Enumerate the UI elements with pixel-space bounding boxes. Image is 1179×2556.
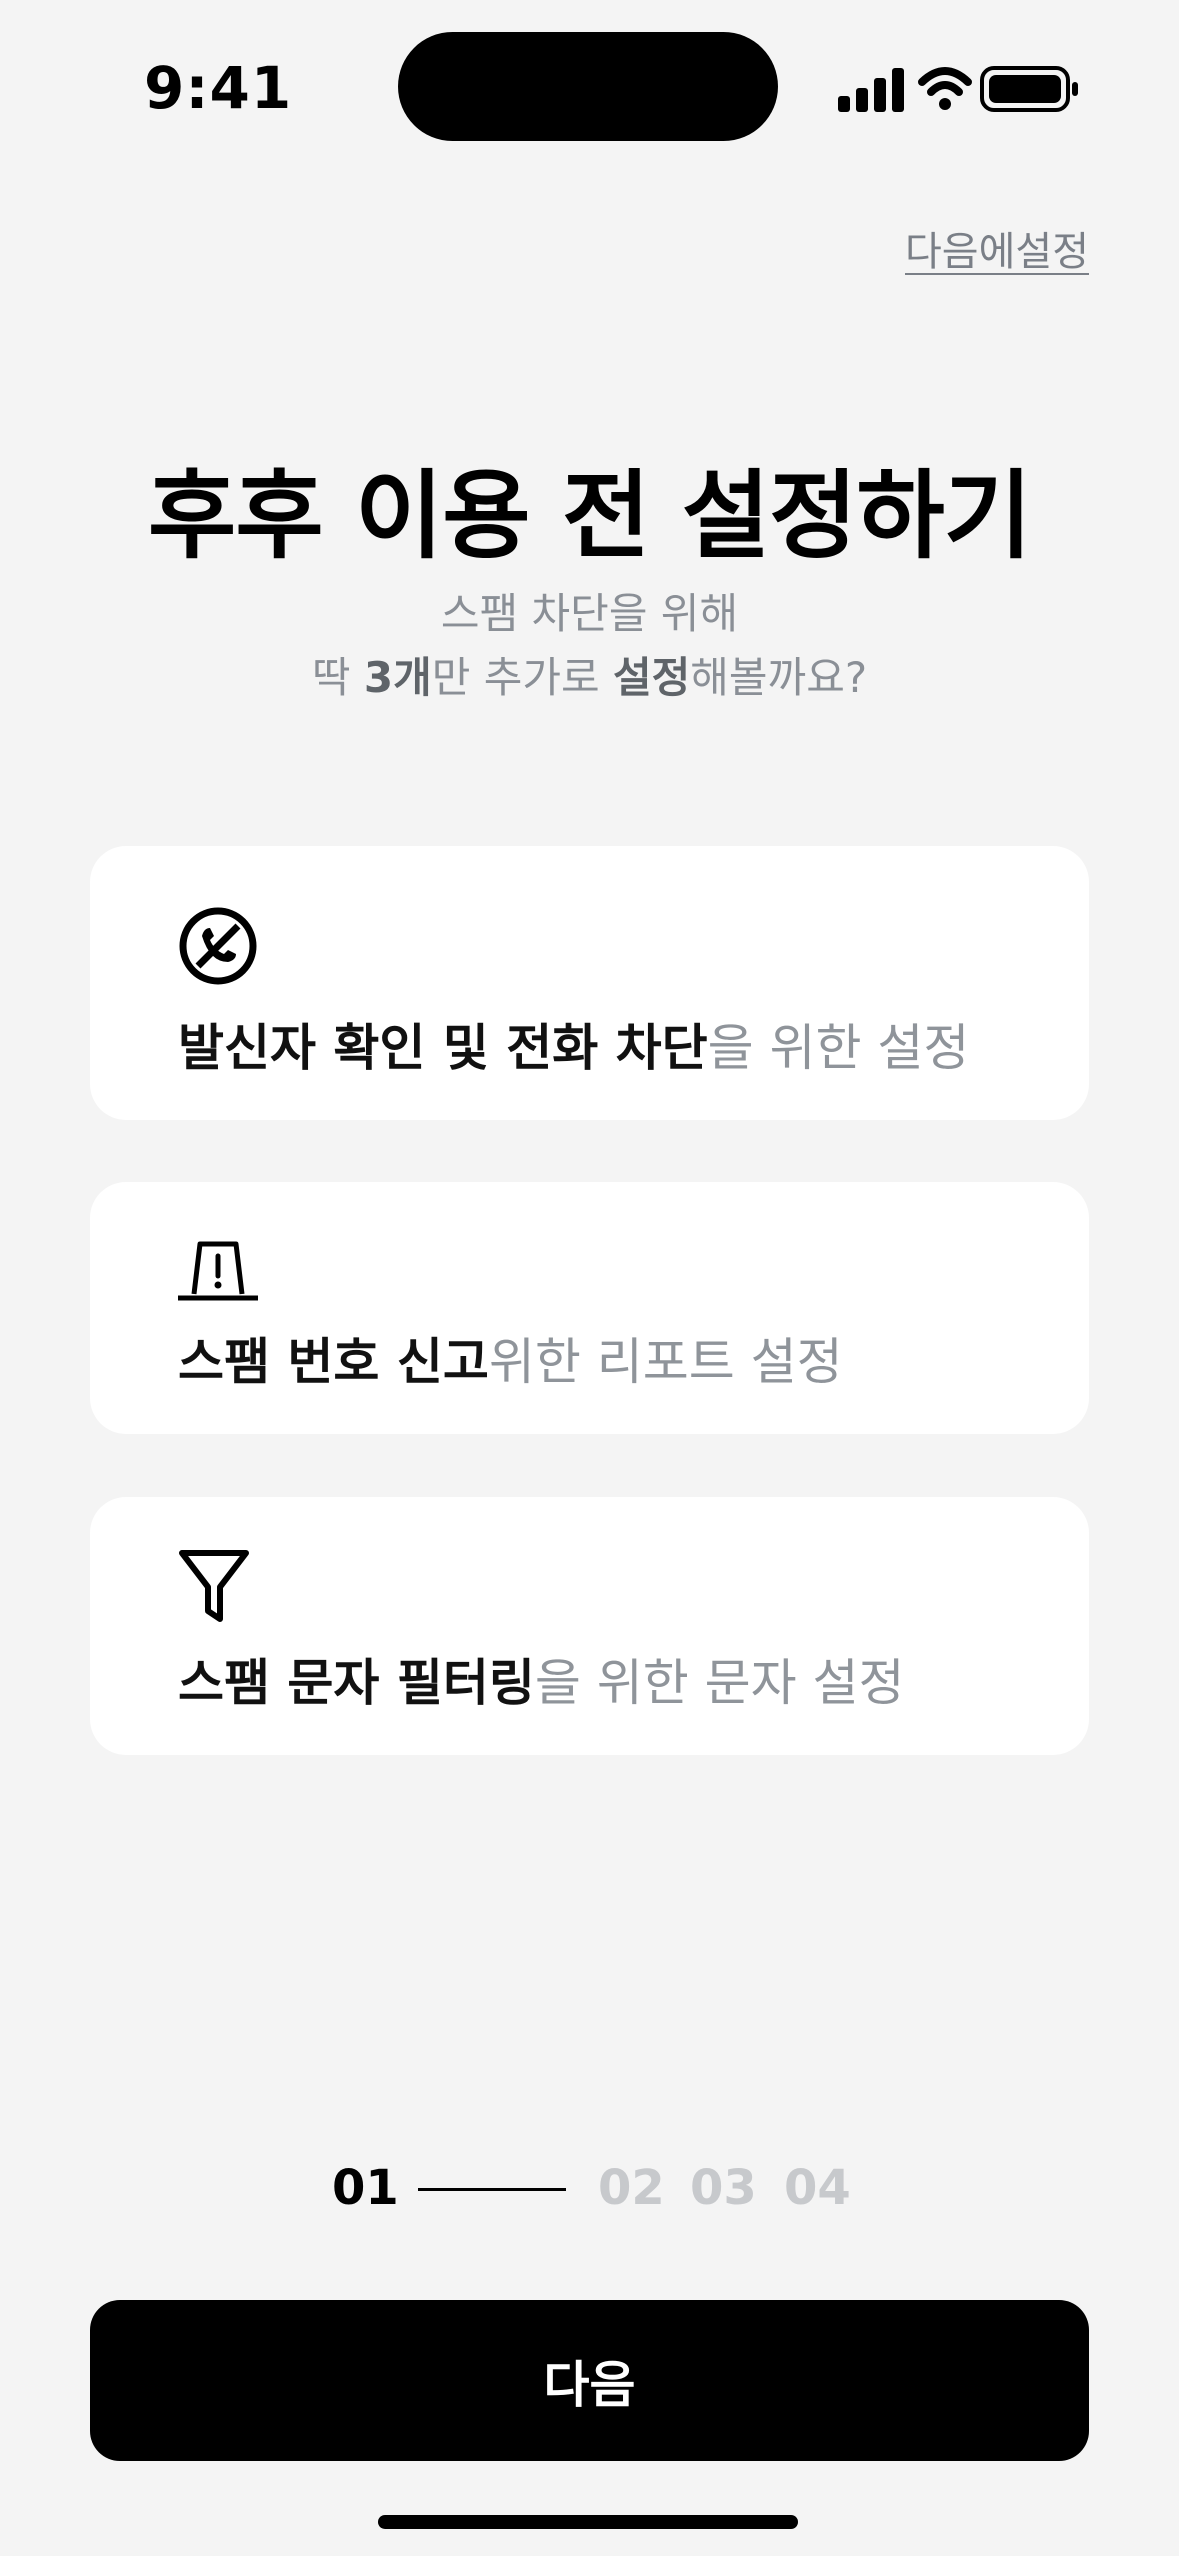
step-item: 02 bbox=[598, 2160, 665, 2216]
cellular-signal-icon bbox=[838, 68, 904, 112]
filter-icon bbox=[179, 1550, 249, 1622]
subtitle-text: 딱 bbox=[311, 653, 364, 702]
subtitle-emphasis-count: 3개 bbox=[363, 653, 432, 702]
wifi-icon bbox=[918, 67, 972, 110]
setting-card-rest: 을 위한 설정 bbox=[707, 1019, 970, 1077]
setting-card-rest: 을 위한 문자 설정 bbox=[534, 1654, 905, 1712]
onboarding-screen: 9:41 다음에설정 후후 이용 전 설정하기 스팸 차단을 위해 딱 3개만 … bbox=[0, 0, 1179, 2556]
subtitle-emphasis-setting: 설정 bbox=[613, 653, 691, 702]
subtitle-line-2: 딱 3개만 추가로 설정해볼까요? bbox=[0, 646, 1179, 710]
step-indicator: 01 02 03 04 bbox=[0, 2160, 1179, 2220]
subtitle-line-1: 스팸 차단을 위해 bbox=[440, 589, 739, 638]
step-progress-line bbox=[418, 2188, 566, 2191]
setting-card-text: 스팸 문자 필터링을 위한 문자 설정 bbox=[178, 1643, 905, 1715]
subtitle-text: 해볼까요? bbox=[690, 653, 868, 702]
setting-card-call-block[interactable]: 발신자 확인 및 전화 차단을 위한 설정 bbox=[90, 846, 1089, 1120]
report-siren-icon bbox=[178, 1241, 258, 1301]
status-time: 9:41 bbox=[144, 54, 293, 122]
step-current: 01 bbox=[332, 2160, 399, 2216]
next-button[interactable]: 다음 bbox=[90, 2300, 1089, 2461]
home-indicator bbox=[378, 2515, 798, 2529]
setting-card-rest: 위한 리포트 설정 bbox=[488, 1333, 843, 1391]
page-subtitle: 스팸 차단을 위해 딱 3개만 추가로 설정해볼까요? bbox=[0, 582, 1179, 710]
step-item: 04 bbox=[784, 2160, 851, 2216]
call-block-icon bbox=[179, 907, 257, 985]
setting-card-sms-filter[interactable]: 스팸 문자 필터링을 위한 문자 설정 bbox=[90, 1497, 1089, 1755]
page-title: 후후 이용 전 설정하기 bbox=[147, 460, 1032, 572]
skip-setup-link[interactable]: 다음에설정 bbox=[905, 219, 1089, 277]
setting-card-strong: 스팸 번호 신고 bbox=[178, 1333, 489, 1391]
step-item: 03 bbox=[690, 2160, 757, 2216]
status-icons bbox=[838, 66, 1078, 112]
battery-icon bbox=[980, 66, 1078, 112]
subtitle-text: 만 추가로 bbox=[431, 653, 613, 702]
setting-card-text: 스팸 번호 신고위한 리포트 설정 bbox=[178, 1322, 843, 1394]
setting-card-spam-report[interactable]: 스팸 번호 신고위한 리포트 설정 bbox=[90, 1182, 1089, 1434]
setting-card-strong: 스팸 문자 필터링 bbox=[178, 1654, 535, 1712]
dynamic-island bbox=[398, 32, 778, 141]
setting-card-strong: 발신자 확인 및 전화 차단 bbox=[178, 1019, 708, 1077]
setting-card-text: 발신자 확인 및 전화 차단을 위한 설정 bbox=[178, 1008, 969, 1080]
